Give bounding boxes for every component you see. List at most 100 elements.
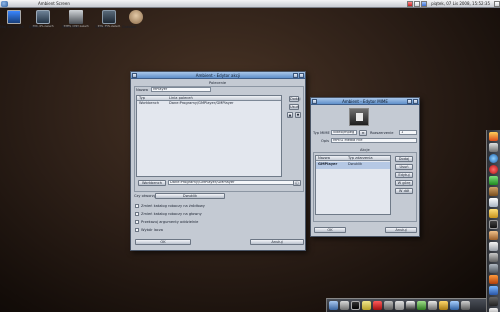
minimize-gadget-icon[interactable] — [414, 0, 421, 7]
menu-gadget-icon[interactable] — [494, 0, 500, 7]
remove-action-button[interactable]: Usuń — [395, 164, 413, 170]
star-icon[interactable] — [489, 209, 498, 218]
pdf-icon[interactable] — [373, 301, 382, 310]
edit-action-button[interactable]: Edytuj — [395, 172, 413, 178]
move-up-action-button[interactable]: W górę — [395, 180, 413, 186]
window-title: Ambient - Edytor MIME — [342, 98, 388, 104]
desktop-icon-ram-disk[interactable]: Ram Disk 349M, 3490 zuzuch — [62, 10, 90, 29]
zoom-window-icon[interactable] — [407, 99, 412, 104]
desktop-icon-my-morphos[interactable]: Moj MorphOS — [0, 10, 28, 29]
separate-args-checkbox[interactable] — [135, 220, 139, 224]
music-icon[interactable] — [450, 301, 459, 310]
action-editor-titlebar[interactable]: Ambient - Edytor akcji — [131, 72, 305, 79]
remove-command-button[interactable]: Usuń — [289, 104, 299, 110]
description-input[interactable]: MPEG Media File — [331, 138, 417, 143]
shell-icon[interactable] — [489, 220, 498, 229]
column-name[interactable]: Nazwa — [316, 156, 346, 160]
close-window-icon[interactable] — [132, 73, 137, 78]
settings-icon[interactable] — [461, 301, 470, 310]
box-icon[interactable] — [489, 187, 498, 196]
cat-icon[interactable] — [489, 231, 498, 240]
prefs-icon[interactable] — [329, 301, 338, 310]
column-type[interactable]: Typ — [137, 96, 167, 100]
screen-depth-gadget-icon[interactable] — [421, 0, 428, 7]
mime-editor-window: Ambient - Edytor MIME Typ MIME video/mpe… — [310, 97, 420, 237]
list-item[interactable]: GMPlayer Dwuklik — [316, 162, 390, 169]
wrench-icon[interactable] — [489, 253, 498, 262]
chdir-main-checkbox[interactable] — [135, 212, 139, 216]
chip-icon[interactable] — [489, 176, 498, 185]
mime-type-input[interactable]: video/mpeg — [331, 130, 357, 135]
ok-button[interactable]: OK — [314, 227, 346, 233]
lock-icon[interactable] — [439, 301, 448, 310]
cancel-button[interactable]: Anuluj — [250, 239, 304, 245]
pen-icon[interactable] — [362, 301, 371, 310]
move-down-action-button[interactable]: W dół — [395, 188, 413, 194]
globe-icon[interactable] — [489, 154, 498, 163]
row-command: Dane:Programy/GMPlayer/GMPlayer — [169, 101, 234, 105]
desktop-icon-system[interactable]: System 20G, 25% zuzuch — [95, 10, 123, 29]
game-icon[interactable] — [489, 275, 498, 284]
wrench-icon[interactable] — [340, 301, 349, 310]
zoom-window-icon[interactable] — [293, 73, 298, 78]
open-mode-cycle[interactable]: Dwuklik — [155, 193, 225, 199]
add-command-button[interactable]: Dodaj — [289, 96, 300, 102]
bug-icon[interactable] — [417, 301, 426, 310]
note-icon[interactable] — [489, 242, 498, 251]
link-choice-checkbox[interactable] — [135, 228, 139, 232]
film-icon[interactable] — [349, 108, 369, 126]
desktop-icon-label: Ram Disk — [62, 25, 79, 29]
apple-icon[interactable] — [489, 165, 498, 174]
add-action-button[interactable]: Dodaj — [395, 156, 413, 162]
actions-list[interactable]: Nazwa Typ zdarzenia GMPlayer Dwuklik — [315, 155, 391, 215]
mime-choose-button[interactable]: ≡ — [359, 130, 367, 136]
command-list[interactable]: Typ Linia poleceń Workbench Dane:Program… — [136, 95, 282, 177]
grabber-icon — [129, 10, 143, 24]
move-down-button[interactable]: ▼ — [295, 112, 301, 118]
shell-icon[interactable] — [351, 301, 360, 310]
column-command[interactable]: Linia poleceń — [167, 96, 281, 100]
mime-type-label: Typ MIME — [313, 131, 330, 135]
launcher-type-cycle[interactable]: Workbench — [138, 180, 166, 186]
scissors-icon[interactable] — [395, 301, 404, 310]
desktop-icon-grabber[interactable]: Grabber — [122, 10, 150, 29]
desktop-icon-label: Moj MorphOS — [0, 25, 24, 29]
move-up-button[interactable]: ▲ — [287, 112, 293, 118]
screen-title: Ambient Screen — [38, 1, 70, 6]
desktop-icon-dane[interactable]: Dane 20G, 0% zuzuch — [29, 10, 57, 29]
fire-icon[interactable] — [489, 132, 498, 141]
list-header: Nazwa Typ zdarzenia — [316, 156, 390, 161]
desktop-icon-label: System — [95, 25, 109, 29]
ok-button[interactable]: OK — [135, 239, 191, 245]
launcher-path-input[interactable]: Dane:Programy/GMPlayer/GMPlayer — [168, 180, 298, 185]
chdir-source-label: Zmień katalog roboczy na źródłowy — [141, 204, 205, 208]
list-item[interactable]: Workbench Dane:Programy/GMPlayer/GMPlaye… — [137, 101, 281, 106]
depth-window-icon[interactable] — [413, 99, 418, 104]
close-window-icon[interactable] — [312, 99, 317, 104]
close-gadget-icon[interactable] — [407, 0, 414, 7]
chess-icon[interactable] — [406, 301, 415, 310]
gear-icon[interactable] — [489, 143, 498, 152]
browse-file-button[interactable]: ◰ — [293, 180, 301, 186]
tool-icon[interactable] — [384, 301, 393, 310]
clock-display: piątek, 07 Lis 2008, 15:52:35 — [431, 1, 490, 6]
sound-icon[interactable] — [428, 301, 437, 310]
chdir-source-checkbox[interactable] — [135, 204, 139, 208]
name-input[interactable]: MPlayer — [151, 87, 211, 92]
cloud-icon[interactable] — [489, 198, 498, 207]
desktop-icon-label: Grabber — [122, 25, 137, 29]
column-event[interactable]: Typ zdarzenia — [346, 156, 390, 160]
mail-icon[interactable] — [489, 308, 498, 312]
mime-editor-titlebar[interactable]: Ambient - Edytor MIME — [311, 98, 419, 105]
action-editor-window: Ambient - Edytor akcji Polecenie Nazwa M… — [130, 71, 306, 251]
music-icon[interactable] — [489, 286, 498, 295]
extension-input[interactable]: 1 — [399, 130, 417, 135]
trash-icon[interactable] — [489, 264, 498, 273]
arrow-up-icon: ▲ — [288, 113, 292, 117]
cancel-button[interactable]: Anuluj — [385, 227, 417, 233]
film-icon[interactable] — [489, 297, 498, 306]
depth-window-icon[interactable] — [299, 73, 304, 78]
row-type: Workbench — [139, 101, 160, 105]
name-label: Nazwa — [136, 88, 148, 92]
ambient-logo-icon[interactable] — [1, 0, 8, 7]
